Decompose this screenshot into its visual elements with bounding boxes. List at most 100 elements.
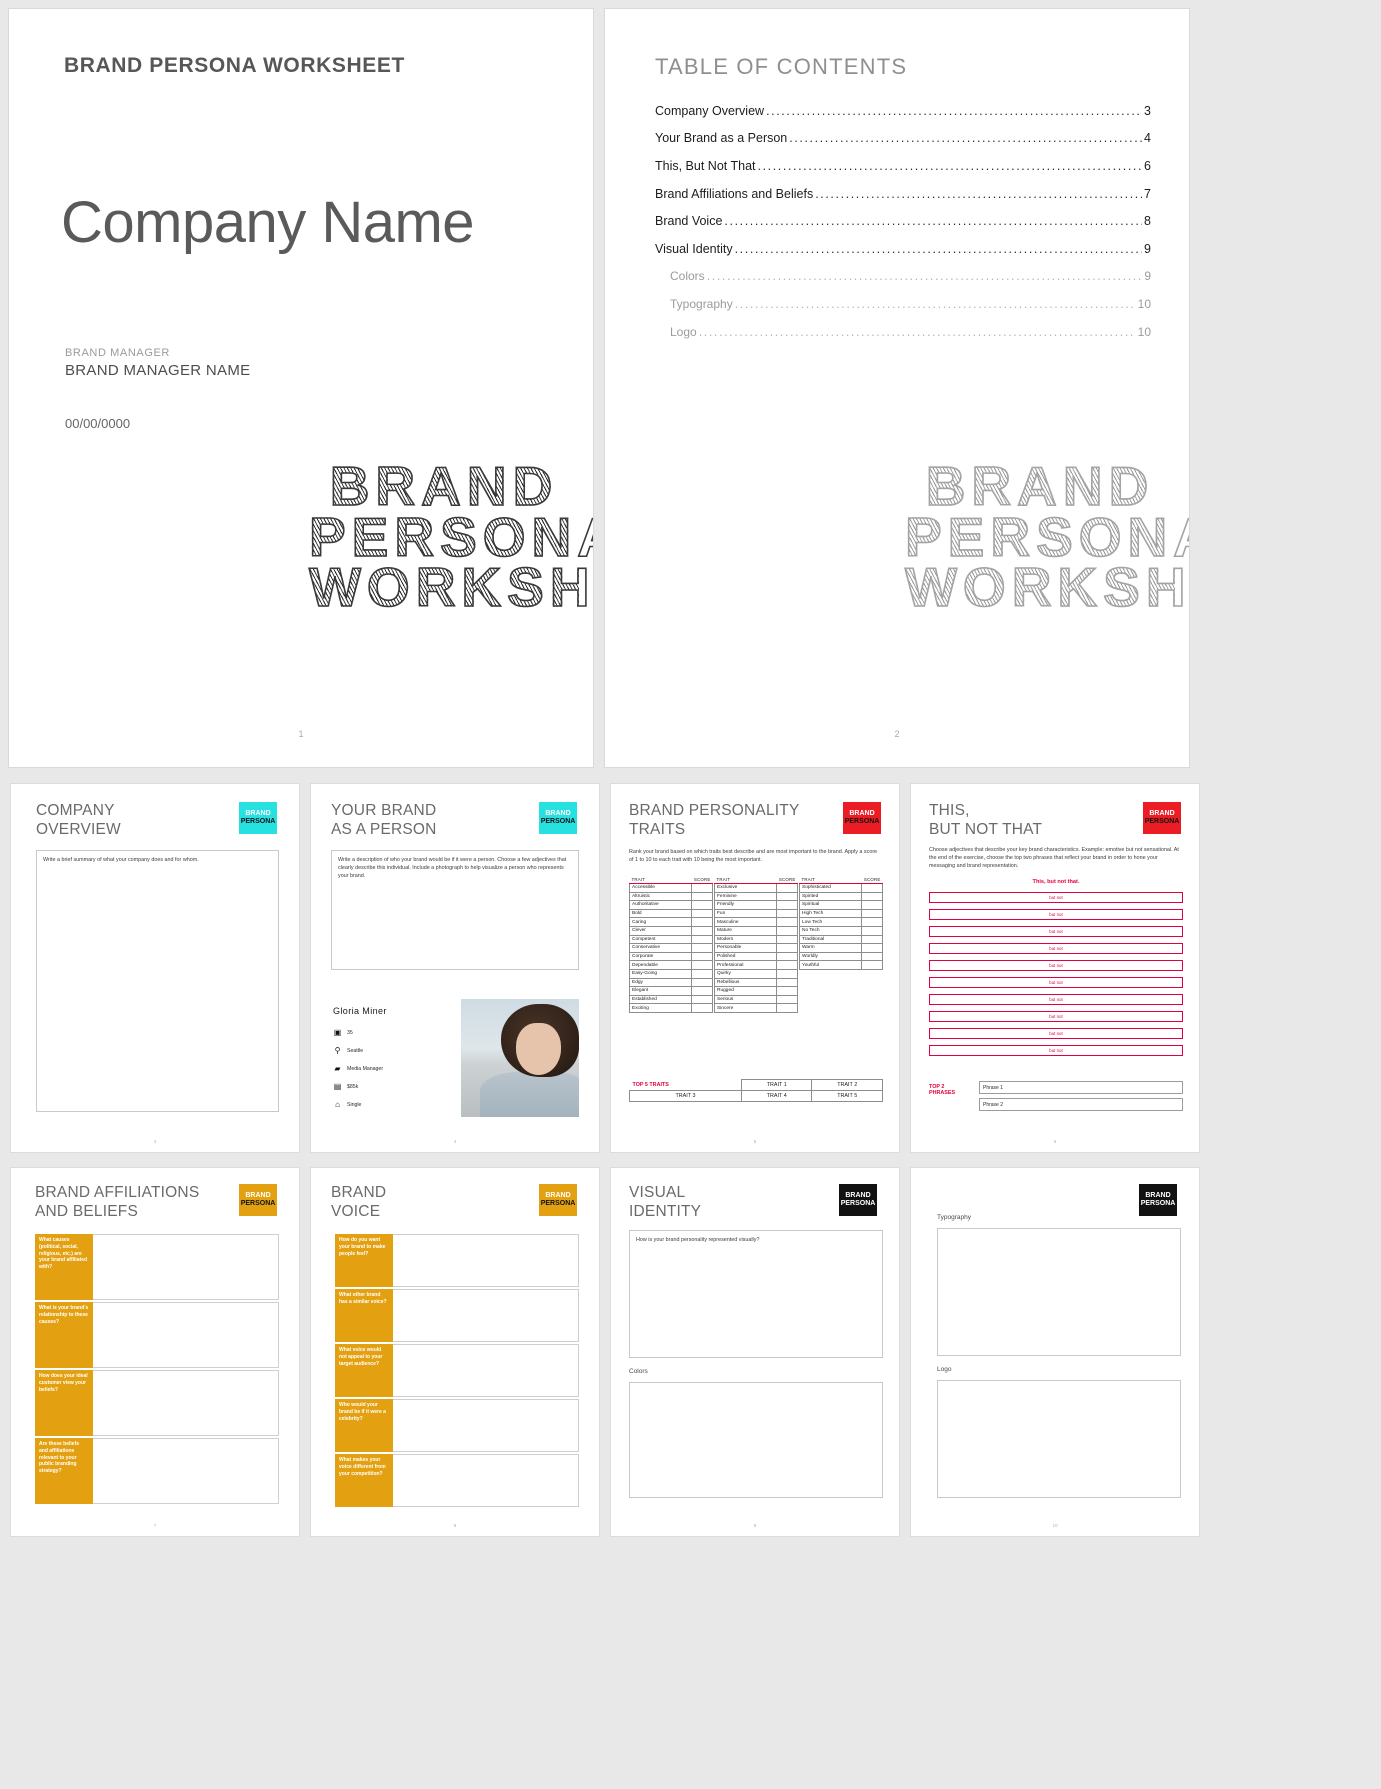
thumbnail-this-but-not-that[interactable]: THIS, BUT NOT THAT BRAND PERSONA Choose … <box>910 783 1200 1153</box>
trait-score-input[interactable] <box>861 883 883 893</box>
traits-table[interactable]: TRAIT SCORE Exclusive Feminine Friendly Fun Ma… <box>713 876 798 1013</box>
trait-score-input[interactable] <box>691 986 713 996</box>
but-not-row[interactable]: but not <box>929 977 1183 988</box>
thumbnail-company-overview[interactable]: COMPANY OVERVIEW BRAND PERSONA Write a b… <box>10 783 300 1153</box>
thumbnail-typography-logo[interactable]: Typography Logo BRAND PERSONA 10 <box>910 1167 1200 1537</box>
trait-5[interactable]: TRAIT 5 <box>811 1090 883 1102</box>
toc-entry[interactable]: Visual Identity.........................… <box>655 235 1151 263</box>
but-not-row[interactable]: but not <box>929 1011 1183 1022</box>
phrase-1-field[interactable]: Phrase 1 <box>979 1081 1183 1094</box>
trait-score-input[interactable] <box>691 977 713 988</box>
toc-entry[interactable]: Logo....................................… <box>655 318 1151 346</box>
trait-score-input[interactable] <box>861 951 883 962</box>
trait-score-input[interactable] <box>691 1003 713 1013</box>
trait-score-input[interactable] <box>691 994 713 1005</box>
trait-score-input[interactable] <box>776 925 798 936</box>
trait-score-input[interactable] <box>861 891 883 902</box>
answer-field[interactable] <box>393 1344 579 1397</box>
trait-score-input[interactable] <box>691 917 713 927</box>
thumbnail-brand-as-person[interactable]: YOUR BRAND AS A PERSON BRAND PERSONA Wri… <box>310 783 600 1153</box>
trait-score-input[interactable] <box>691 925 713 936</box>
phrase-2-field[interactable]: Phrase 2 <box>979 1098 1183 1111</box>
thumbnail-brand-voice[interactable]: BRAND VOICE BRAND PERSONA How do you wan… <box>310 1167 600 1537</box>
trait-score-input[interactable] <box>776 900 798 910</box>
trait-score-input[interactable] <box>861 925 883 936</box>
toc-leader-dots: ........................................… <box>766 103 1142 118</box>
trait-score-input[interactable] <box>776 1003 798 1013</box>
but-not-row[interactable]: but not <box>929 943 1183 954</box>
but-not-row[interactable]: but not <box>929 926 1183 937</box>
trait-score-input[interactable] <box>776 960 798 970</box>
but-not-row[interactable]: but not <box>929 1028 1183 1039</box>
trait-score-input[interactable] <box>861 900 883 910</box>
traits-table[interactable]: TRAIT SCORE Accessible Altruistic Authoritat… <box>628 876 713 1013</box>
visual-identity-textbox[interactable]: How is your brand personality represente… <box>629 1230 883 1358</box>
top-5-traits-table[interactable]: TOP 5 TRAITS TRAIT 1 TRAIT 2 TRAIT 3 TRA… <box>629 1079 883 1102</box>
trait-2[interactable]: TRAIT 2 <box>811 1079 883 1091</box>
trait-score-input[interactable] <box>691 900 713 910</box>
answer-field[interactable] <box>393 1454 579 1507</box>
answer-field[interactable] <box>393 1399 579 1452</box>
trait-score-input[interactable] <box>776 951 798 962</box>
typography-box[interactable] <box>937 1228 1181 1356</box>
trait-score-input[interactable] <box>776 977 798 988</box>
trait-score-input[interactable] <box>861 960 883 970</box>
trait-4[interactable]: TRAIT 4 <box>740 1090 813 1102</box>
trait-3[interactable]: TRAIT 3 <box>629 1090 742 1102</box>
trait-score-input[interactable] <box>861 917 883 927</box>
answer-field[interactable] <box>93 1234 279 1300</box>
toc-entry[interactable]: Colors..................................… <box>655 263 1151 291</box>
toc-entry[interactable]: Brand Voice.............................… <box>655 207 1151 235</box>
trait-score-input[interactable] <box>691 891 713 902</box>
trait-score-input[interactable] <box>776 934 798 945</box>
trait-score-input[interactable] <box>776 917 798 927</box>
thumbnail-personality-traits[interactable]: BRAND PERSONALITY TRAITS BRAND PERSONA R… <box>610 783 900 1153</box>
trait-score-input[interactable] <box>691 908 713 919</box>
toc-entry[interactable]: This, But Not That......................… <box>655 152 1151 180</box>
but-not-row[interactable]: but not <box>929 994 1183 1005</box>
cover-page[interactable]: BRAND PERSONA WORKSHEET Company Name BRA… <box>8 8 594 768</box>
trait-score-input[interactable] <box>691 951 713 962</box>
title-line-1: VISUAL <box>629 1184 686 1201</box>
trait-score-input[interactable] <box>776 986 798 996</box>
trait-score-input[interactable] <box>691 968 713 979</box>
trait-score-input[interactable] <box>776 943 798 953</box>
but-not-row[interactable]: but not <box>929 1045 1183 1056</box>
trait-score-input[interactable] <box>861 943 883 953</box>
trait-score-input[interactable] <box>861 934 883 945</box>
but-not-row[interactable]: but not <box>929 909 1183 920</box>
trait-score-input[interactable] <box>691 883 713 893</box>
trait-1[interactable]: TRAIT 1 <box>740 1079 813 1091</box>
trait-score-input[interactable] <box>691 943 713 953</box>
thumbnail-visual-identity[interactable]: VISUAL IDENTITY BRAND PERSONA How is you… <box>610 1167 900 1537</box>
trait-name: Personable <box>713 943 778 953</box>
answer-field[interactable] <box>393 1289 579 1342</box>
trait-score-input[interactable] <box>776 968 798 979</box>
wordmark-line-1: BRAND <box>905 458 1175 514</box>
toc-entry[interactable]: Typography..............................… <box>655 290 1151 318</box>
answer-field[interactable] <box>93 1302 279 1368</box>
traits-table[interactable]: TRAIT SCORE Sophisticated Spirited Spiritual… <box>798 876 883 970</box>
table-of-contents-page[interactable]: TABLE OF CONTENTS Company Overview......… <box>604 8 1190 768</box>
trait-score-input[interactable] <box>691 934 713 945</box>
answer-field[interactable] <box>93 1438 279 1504</box>
trait-score-input[interactable] <box>776 891 798 902</box>
person-description-textbox[interactable]: Write a description of who your brand wo… <box>331 850 579 970</box>
answer-field[interactable] <box>93 1370 279 1436</box>
thumbnail-brand-affiliations[interactable]: BRAND AFFILIATIONS AND BELIEFS BRAND PER… <box>10 1167 300 1537</box>
colors-box[interactable] <box>629 1382 883 1498</box>
answer-field[interactable] <box>393 1234 579 1287</box>
but-not-row[interactable]: but not <box>929 892 1183 903</box>
but-not-row[interactable]: but not <box>929 960 1183 971</box>
logo-box[interactable] <box>937 1380 1181 1498</box>
toc-entry-page: 10 <box>1137 296 1151 311</box>
toc-entry[interactable]: Brand Affiliations and Beliefs..........… <box>655 180 1151 208</box>
trait-score-input[interactable] <box>776 994 798 1005</box>
trait-score-input[interactable] <box>776 908 798 919</box>
toc-entry[interactable]: Your Brand as a Person..................… <box>655 125 1151 153</box>
toc-entry[interactable]: Company Overview........................… <box>655 97 1151 125</box>
trait-score-input[interactable] <box>691 960 713 970</box>
trait-score-input[interactable] <box>861 908 883 919</box>
trait-score-input[interactable] <box>776 883 798 893</box>
overview-textbox[interactable]: Write a brief summary of what your compa… <box>36 850 279 1112</box>
